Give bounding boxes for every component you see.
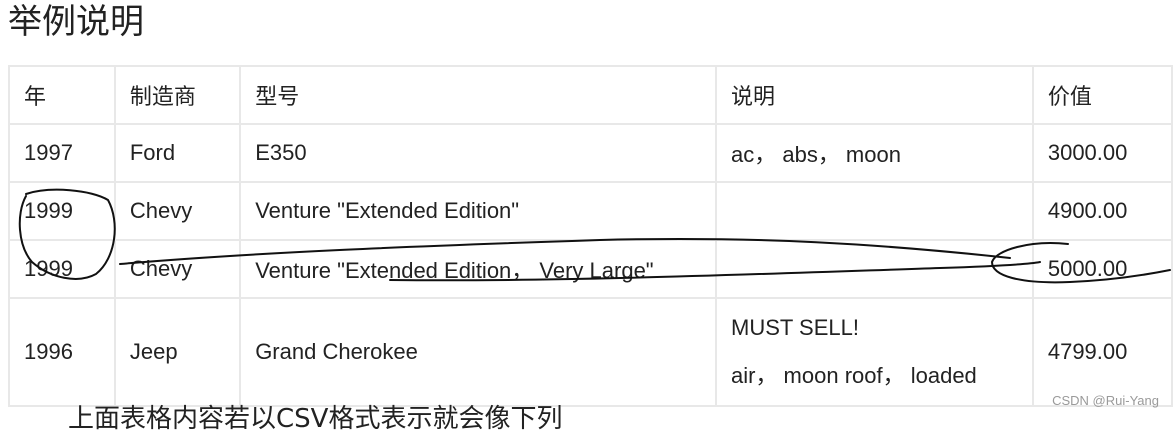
- cell-model: Grand Cherokee: [239, 297, 717, 407]
- header-price: 价值: [1031, 65, 1173, 125]
- table-header-row: 年 制造商 型号 说明 价值: [8, 65, 1173, 125]
- cell-model: Venture "Extended Edition": [239, 181, 717, 241]
- csv-example-table: 年 制造商 型号 说明 价值 1997 Ford E350 ac， abs， m…: [8, 65, 1173, 407]
- section-heading: 举例说明: [8, 2, 144, 42]
- cell-model: Venture "Extended Edition， Very Large": [239, 239, 717, 299]
- description-line: air， moon roof， loaded: [731, 363, 977, 388]
- cell-make: Jeep: [113, 297, 242, 407]
- header-description: 说明: [715, 65, 1034, 125]
- cell-make: Chevy: [113, 181, 242, 241]
- cell-description: ac， abs， moon: [715, 123, 1034, 183]
- cell-make: Ford: [113, 123, 242, 183]
- cell-year: 1997: [8, 123, 116, 183]
- cell-price: 4900.00: [1031, 181, 1173, 241]
- table-row: 1999 Chevy Venture "Extended Edition， Ve…: [8, 239, 1173, 299]
- cell-model: E350: [239, 123, 717, 183]
- cell-price: 5000.00: [1031, 239, 1173, 299]
- cell-price: 4799.00: [1031, 297, 1173, 407]
- header-make: 制造商: [113, 65, 242, 125]
- table-row: 1999 Chevy Venture "Extended Edition" 49…: [8, 181, 1173, 241]
- cell-description: MUST SELL! air， moon roof， loaded: [715, 297, 1034, 407]
- cell-year: 1999: [8, 239, 116, 299]
- cell-make: Chevy: [113, 239, 242, 299]
- table-row: 1997 Ford E350 ac， abs， moon 3000.00: [8, 123, 1173, 183]
- cell-description: [715, 239, 1034, 299]
- cell-year: 1999: [8, 181, 116, 241]
- header-year: 年: [8, 65, 116, 125]
- table-row: 1996 Jeep Grand Cherokee MUST SELL! air，…: [8, 297, 1173, 407]
- cell-price: 3000.00: [1031, 123, 1173, 183]
- cell-description: [715, 181, 1034, 241]
- description-line: MUST SELL!: [731, 315, 859, 340]
- header-model: 型号: [239, 65, 717, 125]
- following-paragraph: 上面表格内容若以CSV格式表示就会像下列: [68, 404, 563, 434]
- watermark: CSDN @Rui-Yang: [1052, 393, 1159, 408]
- cell-year: 1996: [8, 297, 116, 407]
